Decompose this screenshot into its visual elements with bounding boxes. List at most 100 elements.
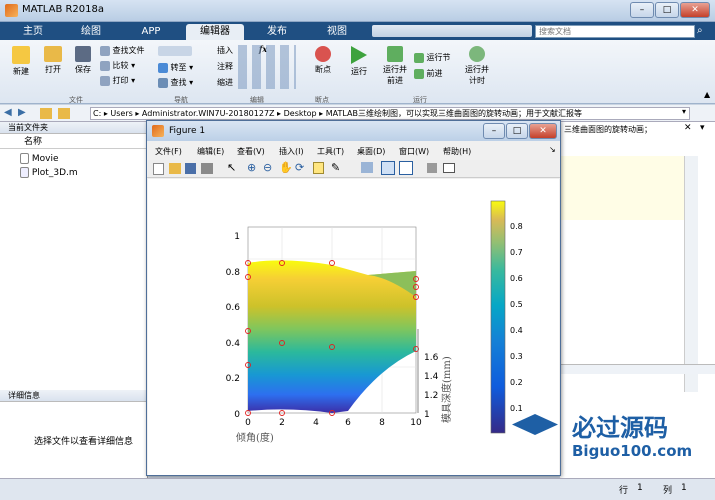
- menu-help[interactable]: 帮助(H): [443, 146, 471, 157]
- insert-button[interactable]: 插入: [214, 45, 236, 56]
- run-advance-button[interactable]: 运行并 前进: [378, 46, 412, 86]
- menu-view[interactable]: 查看(V): [237, 146, 265, 157]
- forward-icon[interactable]: ▶: [18, 107, 26, 118]
- up-folder-icon[interactable]: [40, 108, 52, 119]
- z-tick: 1.2: [424, 391, 438, 401]
- current-path[interactable]: C: ▸ Users ▸ Administrator.WIN7U-2018012…: [90, 107, 690, 120]
- x-tick: 6: [345, 418, 351, 428]
- colorbar-toggle-icon[interactable]: [381, 161, 395, 175]
- breakpoints-button[interactable]: 断点: [308, 46, 338, 75]
- figure-maximize-button[interactable]: □: [506, 123, 528, 139]
- goto-button[interactable]: 转至 ▾: [158, 62, 206, 73]
- search-input[interactable]: 搜索文档: [535, 25, 695, 38]
- brush-icon[interactable]: ✎: [331, 161, 340, 174]
- back-icon[interactable]: ◀: [4, 107, 12, 118]
- browse-folder-icon[interactable]: [58, 108, 70, 119]
- figure-close-button[interactable]: ✕: [529, 123, 557, 139]
- menu-desktop[interactable]: 桌面(D): [357, 146, 385, 157]
- y-tick: 0.8: [226, 268, 241, 278]
- new-button[interactable]: 新建: [6, 46, 36, 77]
- figure-toolbar: ↖ ⊕ ⊖ ✋ ⟳ ✎: [147, 160, 560, 178]
- tab-plots[interactable]: 绘图: [66, 24, 116, 40]
- editor-menu-icon[interactable]: ▾: [700, 123, 705, 133]
- pointer-icon[interactable]: ↖: [227, 161, 236, 174]
- open-button[interactable]: 打开: [38, 46, 68, 75]
- run-button[interactable]: 运行: [344, 46, 374, 77]
- editor-close-icon[interactable]: ✕: [684, 123, 692, 133]
- figure-minimize-button[interactable]: –: [483, 123, 505, 139]
- menu-tools[interactable]: 工具(T): [317, 146, 344, 157]
- name-column-header[interactable]: 名称: [0, 136, 148, 149]
- group-run: 运行: [413, 96, 427, 104]
- data-cursor-icon[interactable]: [313, 162, 324, 174]
- zoom-in-icon[interactable]: ⊕: [247, 161, 256, 174]
- figure-new-icon[interactable]: [153, 163, 164, 175]
- z-axis-label: 模具深度(mm): [440, 356, 453, 423]
- close-button[interactable]: ✕: [680, 2, 710, 18]
- comment-button[interactable]: 注释: [214, 61, 236, 72]
- menu-insert[interactable]: 插入(I): [279, 146, 304, 157]
- tab-apps[interactable]: APP: [126, 24, 176, 40]
- figure-save-icon[interactable]: [185, 163, 196, 174]
- path-dropdown-icon[interactable]: ▾: [682, 107, 686, 116]
- tab-publish[interactable]: 发布: [252, 24, 302, 40]
- zoom-out-icon[interactable]: ⊖: [263, 161, 272, 174]
- advance-button[interactable]: 前进: [414, 68, 458, 79]
- compare-button[interactable]: 比较 ▾: [100, 60, 152, 71]
- surface-plot[interactable]: 0 2 4 6 8 10 0 0.2 0.4 0.6 0.8 1 1 1.2 1…: [148, 179, 559, 475]
- show-tools-icon[interactable]: [443, 163, 455, 173]
- colorbar[interactable]: 0.1 0.2 0.3 0.4 0.5 0.6 0.7 0.8: [490, 200, 523, 434]
- menu-edit[interactable]: 编辑(E): [197, 146, 224, 157]
- quick-access-toolbar[interactable]: [372, 25, 532, 37]
- run-time-button[interactable]: 运行并 计时: [460, 46, 494, 86]
- current-folder-header: 当前文件夹: [0, 122, 147, 134]
- find-button[interactable]: 查找 ▾: [158, 77, 206, 88]
- y-tick: 0.2: [226, 374, 240, 384]
- colorbar-ticks: 0.1 0.2 0.3 0.4 0.5 0.6 0.7 0.8: [510, 222, 523, 413]
- svg-text:0.5: 0.5: [510, 300, 523, 309]
- svg-text:0.8: 0.8: [510, 222, 523, 231]
- collapse-ribbon-icon[interactable]: ▲: [704, 90, 710, 99]
- search-icon[interactable]: ⌕: [697, 25, 709, 38]
- pan-icon[interactable]: ✋: [279, 161, 293, 174]
- x-tick: 8: [379, 418, 385, 428]
- find-files-button[interactable]: 查找文件: [100, 45, 152, 56]
- editor-tab-text[interactable]: 三维曲面图的旋转动画；: [564, 124, 652, 135]
- current-folder-pane: 当前文件夹 名称 Movie Plot_3D.m 详细信息 选择文件以查看详细信…: [0, 122, 148, 500]
- link-icon[interactable]: [361, 162, 373, 173]
- editor-text-area[interactable]: [560, 156, 684, 220]
- run-advance-icon: [387, 46, 403, 62]
- menubar-dock-icon[interactable]: ↘: [549, 145, 556, 154]
- tab-editor[interactable]: 编辑器: [186, 24, 244, 40]
- menu-window[interactable]: 窗口(W): [399, 146, 429, 157]
- figure-open-icon[interactable]: [169, 163, 181, 174]
- y-tick-labels: 0 0.2 0.4 0.6 0.8 1: [226, 232, 241, 420]
- editor-scrollbar[interactable]: [684, 156, 698, 392]
- figure-print-icon[interactable]: [201, 163, 213, 174]
- tab-home[interactable]: 主页: [8, 24, 58, 40]
- legend-toggle-icon[interactable]: [399, 161, 413, 175]
- maximize-button[interactable]: □: [655, 2, 679, 18]
- run-section-button[interactable]: 运行节: [414, 52, 458, 63]
- list-item[interactable]: Plot_3D.m: [20, 167, 78, 178]
- group-file: 文件: [69, 96, 83, 104]
- indent-button[interactable]: 缩进: [214, 77, 236, 88]
- print-button[interactable]: 打印 ▾: [100, 75, 152, 86]
- tab-view[interactable]: 视图: [312, 24, 362, 40]
- rotate-icon[interactable]: ⟳: [295, 161, 304, 174]
- save-button[interactable]: 保存: [68, 46, 98, 75]
- details-header: 详细信息: [0, 390, 148, 402]
- menu-file[interactable]: 文件(F): [155, 146, 182, 157]
- svg-text:0.4: 0.4: [510, 326, 523, 335]
- edit-icons[interactable]: [238, 45, 296, 89]
- mfile-icon: [20, 167, 29, 178]
- nav-back-forward[interactable]: [158, 46, 192, 56]
- list-item[interactable]: Movie: [20, 153, 59, 164]
- minimize-button[interactable]: –: [630, 2, 654, 18]
- y-tick: 0.4: [226, 339, 241, 349]
- figure-canvas[interactable]: 0 2 4 6 8 10 0 0.2 0.4 0.6 0.8 1 1 1.2 1…: [148, 179, 559, 475]
- hide-tools-icon[interactable]: [427, 163, 437, 173]
- breakpoint-icon: [315, 46, 331, 62]
- row-label: 行: [619, 486, 629, 496]
- y-tick: 0.6: [226, 303, 241, 313]
